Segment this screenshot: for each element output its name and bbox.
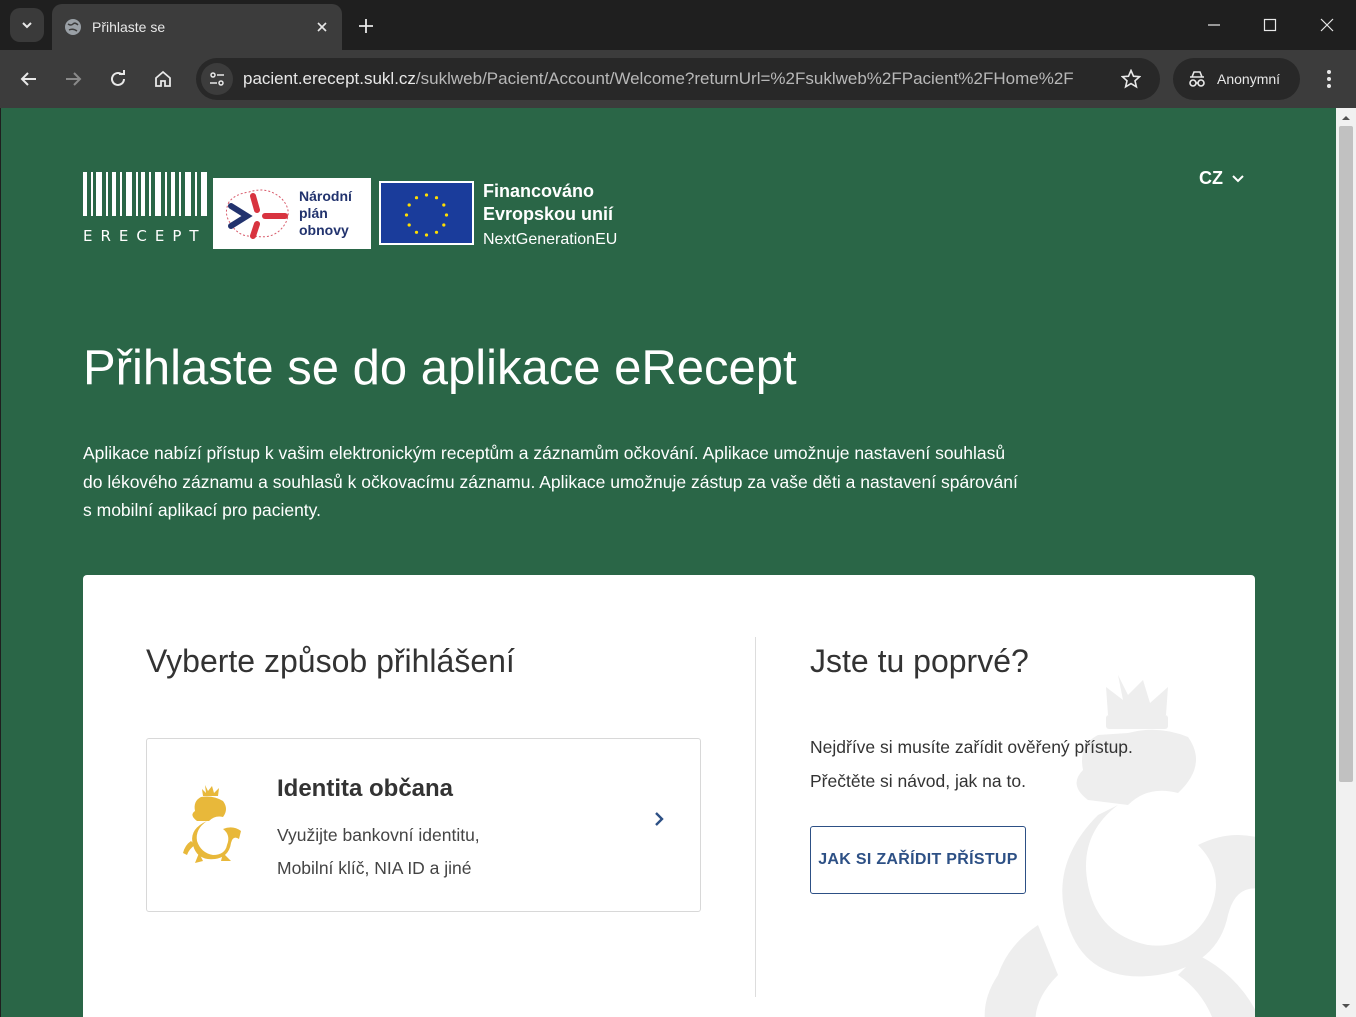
browser-toolbar: pacient.erecept.sukl.cz/suklweb/Pacient/… [0, 50, 1356, 108]
first-time-section: Jste tu poprvé? [810, 643, 1029, 680]
maximize-button[interactable] [1250, 10, 1290, 40]
login-card: Vyberte způsob přihlášení Identita občan… [83, 575, 1255, 1017]
browser-tab[interactable]: Přihlaste se [52, 4, 342, 50]
eu-line3: NextGenerationEU [483, 231, 618, 248]
first-time-heading: Jste tu poprvé? [810, 643, 1029, 679]
close-window-button[interactable] [1307, 10, 1347, 40]
czech-lion-icon [183, 785, 241, 863]
bookmark-star-icon[interactable] [1116, 64, 1146, 94]
language-label: CZ [1199, 168, 1223, 188]
option-desc-line2: Mobilní klíč, NIA ID a jiné [277, 858, 472, 878]
arrow-right-icon [66, 72, 82, 86]
tab-search-button[interactable] [10, 8, 44, 42]
incognito-icon [1189, 71, 1205, 87]
chevron-right-icon [655, 812, 664, 826]
url-text[interactable]: pacient.erecept.sukl.cz/suklweb/Pacient/… [243, 69, 1116, 89]
arrow-left-icon [20, 72, 36, 86]
incognito-profile-button[interactable]: Anonymní [1173, 58, 1300, 100]
home-icon [155, 70, 171, 87]
language-selector[interactable]: CZ [1199, 168, 1245, 189]
npo-star-icon [225, 189, 289, 239]
eu-line2: Evropskou unií [483, 204, 614, 224]
section-divider [755, 637, 756, 997]
eu-flag-logo [379, 181, 474, 245]
first-time-line1: Nejdříve si musíte zařídit ověřený příst… [810, 737, 1133, 757]
eu-stars-icon [404, 193, 449, 237]
globe-icon [65, 19, 81, 35]
option-description: Využijte bankovní identitu, Mobilní klíč… [277, 819, 577, 885]
identita-obcana-option[interactable]: Identita občana Využijte bankovní identi… [146, 738, 701, 912]
home-button[interactable] [148, 64, 178, 94]
minimize-button[interactable] [1194, 10, 1234, 40]
npo-text-line1: Národní [299, 188, 352, 204]
first-time-line2: Přečtěte si návod, jak na to. [810, 771, 1026, 791]
scroll-up-icon[interactable] [1341, 113, 1351, 123]
forward-button[interactable] [58, 64, 88, 94]
url-host: pacient.erecept.sukl.cz [243, 69, 416, 88]
browser-window: Přihlaste se pacient.erecept.sukl.cz/suk… [0, 0, 1356, 1017]
page-title: Přihlaste se do aplikace eRecept [83, 341, 797, 395]
plus-icon [359, 19, 373, 33]
setup-access-button[interactable]: JAK SI ZAŘÍDIT PŘÍSTUP [810, 826, 1026, 894]
browser-menu-button[interactable] [1314, 64, 1344, 94]
npo-text: Národní plán obnovy [299, 188, 352, 239]
minimize-icon [1208, 24, 1220, 26]
login-section: Vyberte způsob přihlášení [146, 643, 515, 680]
npo-text-line2: plán [299, 205, 328, 221]
address-bar[interactable]: pacient.erecept.sukl.cz/suklweb/Pacient/… [196, 58, 1160, 100]
option-desc-line1: Využijte bankovní identitu, [277, 825, 480, 845]
scrollbar[interactable] [1336, 108, 1356, 1017]
tab-title: Přihlaste se [92, 19, 166, 35]
first-time-text: Nejdříve si musíte zařídit ověřený příst… [810, 730, 1133, 798]
new-tab-button[interactable] [352, 12, 380, 40]
close-icon [1320, 18, 1334, 32]
profile-label: Anonymní [1217, 71, 1281, 87]
login-heading: Vyberte způsob přihlášení [146, 643, 515, 679]
tab-close-icon[interactable] [310, 15, 334, 39]
site-info-icon[interactable] [201, 63, 233, 95]
url-path: /suklweb/Pacient/Account/Welcome?returnU… [415, 69, 1074, 88]
erecept-logo-text: ERECEPT [83, 227, 207, 245]
eu-funding-text: Financováno Evropskou unií NextGeneratio… [483, 180, 617, 251]
tab-bar: Přihlaste se [0, 0, 1356, 50]
npo-text-line3: obnovy [299, 222, 349, 238]
reload-button[interactable] [103, 64, 133, 94]
back-button[interactable] [14, 64, 44, 94]
chevron-down-icon [1232, 174, 1244, 182]
chevron-down-icon [22, 22, 32, 29]
scrollbar-thumb[interactable] [1339, 126, 1353, 782]
maximize-icon [1263, 18, 1277, 32]
scroll-down-icon[interactable] [1341, 1001, 1351, 1011]
intro-text: Aplikace nabízí přístup k vašim elektron… [83, 443, 1018, 520]
option-title: Identita občana [277, 775, 454, 802]
npo-logo: Národní plán obnovy [213, 178, 371, 249]
page-viewport: ERECEPT Národní plán obnovy Financováno … [0, 108, 1356, 1017]
reload-icon [111, 70, 125, 86]
more-vert-icon [1327, 70, 1331, 88]
eu-line1: Financováno [483, 181, 595, 201]
